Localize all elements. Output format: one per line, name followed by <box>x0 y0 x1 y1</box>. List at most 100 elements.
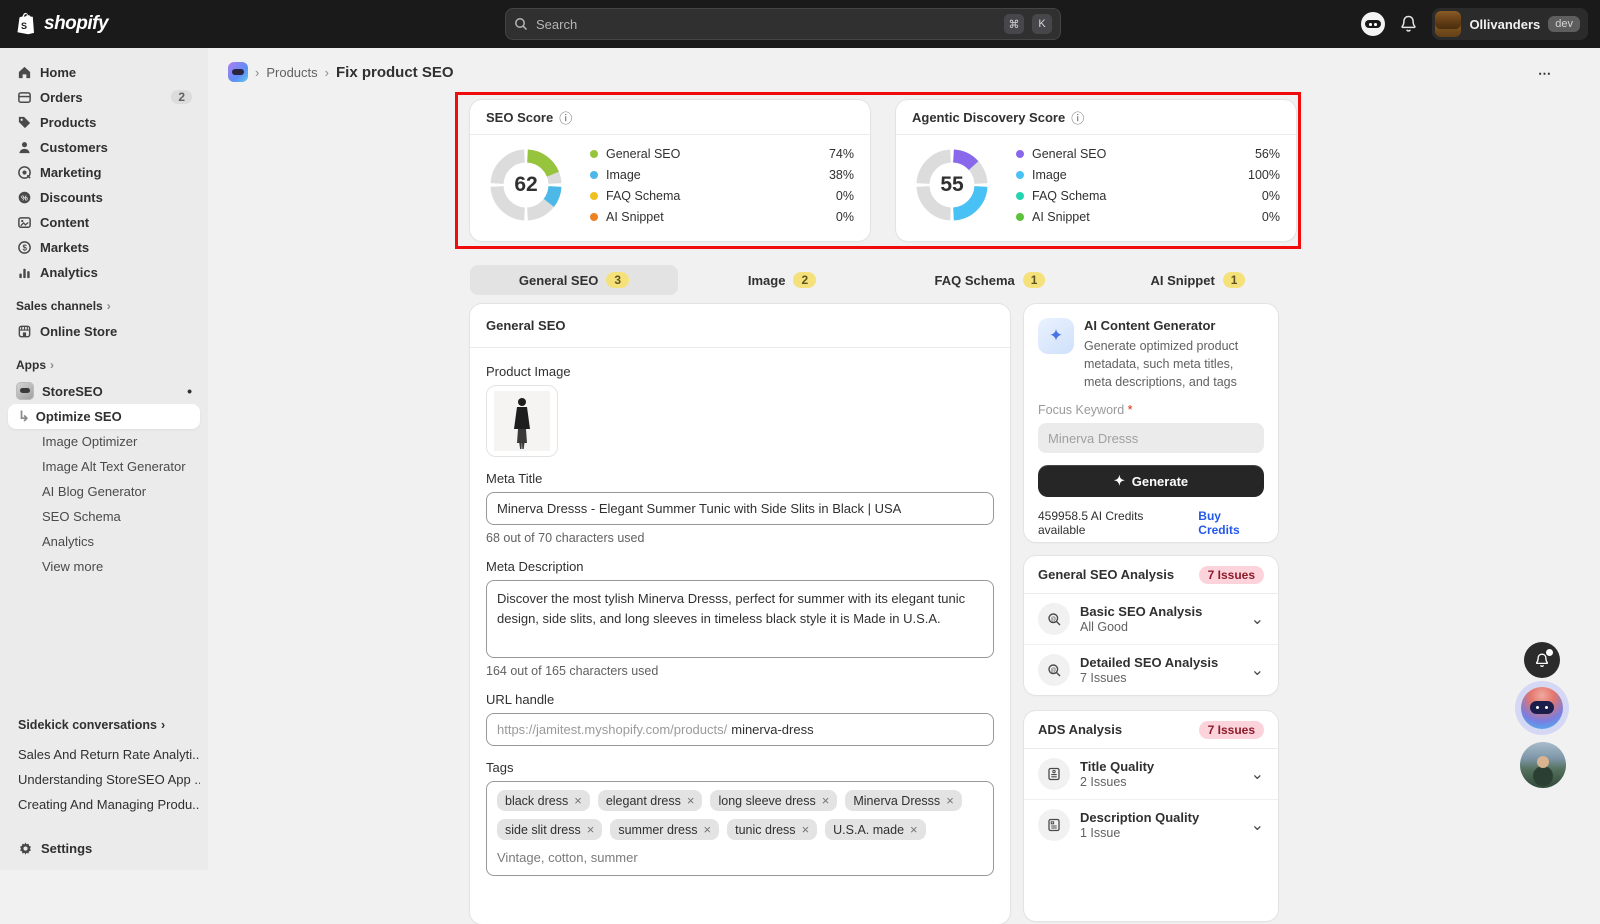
remove-tag-icon[interactable]: × <box>587 822 595 837</box>
tab-count-badge: 1 <box>1023 272 1046 288</box>
chevron-down-icon[interactable]: ⌄ <box>1251 815 1264 835</box>
main-content: › Products › Fix product SEO ⋯ SEO Score… <box>208 48 1600 870</box>
svg-text:S: S <box>21 21 27 31</box>
sidebar-item-products[interactable]: Products <box>8 110 200 134</box>
sidebar-item-label: Analytics <box>40 265 98 280</box>
apps-header[interactable]: Apps › <box>0 344 208 378</box>
search-input[interactable]: Search ⌘ K <box>505 8 1061 40</box>
remove-tag-icon[interactable]: × <box>802 822 810 837</box>
sidebar-item-settings[interactable]: Settings <box>8 833 200 860</box>
url-handle-label: URL handle <box>486 692 994 707</box>
sidebar-item-home[interactable]: Home <box>8 60 200 84</box>
legend-row: General SEO74% <box>590 143 854 164</box>
basic-seo-analysis-row[interactable]: @ Basic SEO AnalysisAll Good ⌄ <box>1024 594 1278 645</box>
sidekick-conversations-header[interactable]: Sidekick conversations › <box>8 710 200 742</box>
sidebar-item-app-analytics[interactable]: Analytics <box>8 529 200 554</box>
tab-general-seo[interactable]: General SEO3 <box>470 265 678 295</box>
sidebar: Home Orders 2 Products Customers Marketi… <box>0 48 208 870</box>
sidebar-item-optimize-seo[interactable]: ↳ Optimize SEO <box>8 404 200 429</box>
sidebar-item-content[interactable]: Content <box>8 210 200 234</box>
sidekick-icon[interactable] <box>1361 12 1385 36</box>
sidebar-item-image-alt-text-generator[interactable]: Image Alt Text Generator <box>8 454 200 479</box>
seo-score-value: 62 <box>486 145 566 225</box>
sidebar-item-label: Customers <box>40 140 108 155</box>
tag-chip[interactable]: long sleeve dress× <box>710 790 837 811</box>
generate-button[interactable]: ✦ Generate <box>1038 465 1264 497</box>
breadcrumb-products-link[interactable]: Products <box>266 65 317 80</box>
info-icon[interactable]: ⓘ <box>559 108 572 127</box>
shopify-logo[interactable]: S shopify <box>0 12 108 36</box>
remove-tag-icon[interactable]: × <box>822 793 830 808</box>
sidebar-item-online-store[interactable]: Online Store <box>8 319 200 343</box>
tab-ai-snippet[interactable]: AI Snippet1 <box>1094 265 1302 295</box>
remove-tag-icon[interactable]: × <box>574 793 582 808</box>
sidebar-item-label: Discounts <box>40 190 103 205</box>
settings-gear-icon <box>18 841 33 856</box>
title-quality-row[interactable]: Title Quality2 Issues ⌄ <box>1024 749 1278 800</box>
remove-tag-icon[interactable]: × <box>946 793 954 808</box>
meta-description-textarea[interactable]: Discover the most tylish Minerva Dresss,… <box>486 580 994 658</box>
tag-chip[interactable]: black dress× <box>497 790 590 811</box>
sidebar-item-ai-blog-generator[interactable]: AI Blog Generator <box>8 479 200 504</box>
magnifier-icon: @ <box>1038 654 1070 686</box>
notification-bell-icon[interactable] <box>1399 14 1418 34</box>
url-handle-input[interactable]: https://jamitest.myshopify.com/products/… <box>486 713 994 746</box>
user-menu[interactable]: Ollivanders dev <box>1432 8 1588 40</box>
description-quality-row[interactable]: Description Quality1 Issue ⌄ <box>1024 800 1278 850</box>
tag-chip[interactable]: elegant dress× <box>598 790 703 811</box>
tab-count-badge: 2 <box>793 272 816 288</box>
legend-row: Image38% <box>590 164 854 185</box>
floating-ai-assistant-button[interactable] <box>1521 687 1563 729</box>
product-image-thumbnail[interactable] <box>486 385 558 457</box>
magnifier-icon: @ <box>1038 603 1070 635</box>
chevron-down-icon[interactable]: ⌄ <box>1251 764 1264 784</box>
tag-chip[interactable]: tunic dress× <box>727 819 817 840</box>
floating-notification-button[interactable] <box>1524 642 1560 678</box>
tag-chip[interactable]: summer dress× <box>610 819 719 840</box>
sidebar-item-markets[interactable]: $ Markets <box>8 235 200 259</box>
command-key: ⌘ <box>1004 14 1024 34</box>
focus-keyword-input[interactable]: Minerva Dresss <box>1038 423 1264 453</box>
search-icon <box>514 17 528 31</box>
orders-icon <box>16 89 32 105</box>
discounts-icon: % <box>16 189 32 205</box>
agentic-score-donut: 55 <box>912 145 992 225</box>
detailed-seo-analysis-row[interactable]: @ Detailed SEO Analysis7 Issues ⌄ <box>1024 645 1278 695</box>
tag-chip[interactable]: side slit dress× <box>497 819 602 840</box>
sidebar-item-label: Orders <box>40 90 83 105</box>
meta-title-helper: 68 out of 70 characters used <box>486 531 994 545</box>
tags-input[interactable]: black dress× elegant dress× long sleeve … <box>486 781 994 876</box>
sidebar-item-customers[interactable]: Customers <box>8 135 200 159</box>
sales-channels-header[interactable]: Sales channels › <box>0 285 208 319</box>
sidebar-item-view-more[interactable]: View more <box>8 554 200 579</box>
svg-text:$: $ <box>22 243 27 252</box>
tab-faq-schema[interactable]: FAQ Schema1 <box>886 265 1094 295</box>
more-options-button[interactable]: ⋯ <box>1538 66 1552 82</box>
sidebar-item-analytics[interactable]: Analytics <box>8 260 200 284</box>
sidebar-item-image-optimizer[interactable]: Image Optimizer <box>8 429 200 454</box>
remove-tag-icon[interactable]: × <box>910 822 918 837</box>
sidebar-item-discounts[interactable]: % Discounts <box>8 185 200 209</box>
remove-tag-icon[interactable]: × <box>687 793 695 808</box>
remove-tag-icon[interactable]: × <box>704 822 712 837</box>
tag-chip[interactable]: Minerva Dresss× <box>845 790 961 811</box>
k-key: K <box>1032 14 1052 34</box>
tab-image[interactable]: Image2 <box>678 265 886 295</box>
buy-credits-link[interactable]: Buy Credits <box>1198 509 1264 537</box>
sidebar-item-seo-schema[interactable]: SEO Schema <box>8 504 200 529</box>
chevron-down-icon[interactable]: ⌄ <box>1251 609 1264 629</box>
legend-dot <box>590 171 598 179</box>
sidebar-item-orders[interactable]: Orders 2 <box>8 85 200 109</box>
tag-chip[interactable]: U.S.A. made× <box>825 819 925 840</box>
seo-score-card: SEO Score ⓘ 62 General SEO74% Image38% F… <box>470 100 870 241</box>
sidebar-item-marketing[interactable]: Marketing <box>8 160 200 184</box>
floating-profile-avatar[interactable] <box>1520 742 1566 788</box>
conversation-item[interactable]: Understanding StoreSEO App ... <box>8 767 200 792</box>
info-icon[interactable]: ⓘ <box>1071 108 1084 127</box>
storeseo-breadcrumb-icon[interactable] <box>228 62 248 82</box>
chevron-down-icon[interactable]: ⌄ <box>1251 660 1264 680</box>
sidebar-item-storeseo[interactable]: StoreSEO • <box>8 378 200 404</box>
conversation-item[interactable]: Sales And Return Rate Analyti... <box>8 742 200 767</box>
meta-title-input[interactable]: Minerva Dresss - Elegant Summer Tunic wi… <box>486 492 994 525</box>
conversation-item[interactable]: Creating And Managing Produ... <box>8 792 200 817</box>
